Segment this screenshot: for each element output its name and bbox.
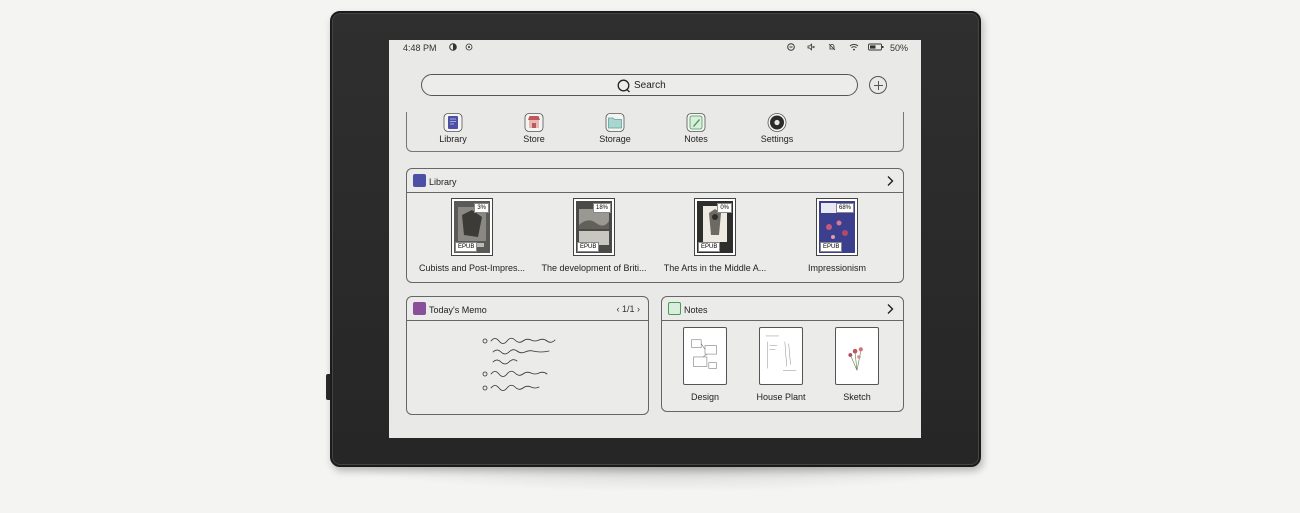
app-settings[interactable]: Settings — [747, 112, 807, 152]
notes-icon — [668, 302, 681, 315]
library-icon — [443, 113, 463, 132]
book-title: The development of Briti... — [541, 263, 647, 273]
book-item[interactable]: 3% EPUB Cubists and Post-Impres... — [417, 198, 527, 278]
app-dock: Library Store Storage Notes Settings — [406, 112, 904, 152]
notes-widget: Notes Design House Plant Sketch — [661, 296, 904, 412]
memo-title: Today's Memo — [429, 305, 487, 315]
volume-mute-icon[interactable] — [807, 43, 815, 51]
memo-pager[interactable]: ‹ 1/1 › — [616, 304, 640, 314]
library-header[interactable]: Library — [407, 169, 903, 193]
search-icon — [617, 79, 630, 93]
book-title: Cubists and Post-Impres... — [418, 263, 526, 273]
folder-icon — [605, 113, 625, 132]
notes-title: Notes — [684, 305, 708, 315]
app-storage[interactable]: Storage — [585, 112, 645, 152]
note-thumbnail — [759, 327, 803, 385]
book-title: Impressionism — [807, 263, 866, 273]
home-screen: 4:48 PM 50% Search Library Store Storage… — [389, 40, 921, 438]
app-notes[interactable]: Notes — [666, 112, 726, 152]
clock: 4:48 PM — [403, 43, 437, 53]
book-title: The Arts in the Middle A... — [663, 263, 767, 273]
book-cover: 3% EPUB — [451, 198, 493, 256]
book-item[interactable]: 0% EPUB The Arts in the Middle A... — [660, 198, 770, 278]
book-cover: 18% EPUB — [573, 198, 615, 256]
library-title: Library — [429, 177, 457, 187]
battery-percent: 50% — [889, 43, 908, 53]
note-thumbnail — [683, 327, 727, 385]
memo-header: Today's Memo ‹ 1/1 › — [407, 297, 648, 321]
notification-off-icon[interactable] — [828, 43, 836, 51]
note-item[interactable]: House Plant — [751, 327, 811, 407]
store-icon — [524, 113, 544, 132]
battery-icon — [868, 43, 884, 51]
wifi-icon[interactable] — [849, 43, 859, 51]
settings-icon — [767, 113, 787, 132]
notes-header[interactable]: Notes — [662, 297, 903, 321]
book-cover: 68% EPUB — [816, 198, 858, 256]
note-thumbnail — [835, 327, 879, 385]
search-bar[interactable]: Search — [421, 74, 858, 96]
memo-widget: Today's Memo ‹ 1/1 › — [406, 296, 649, 415]
book-item[interactable]: 68% EPUB Impressionism — [782, 198, 892, 278]
book-cover: 0% EPUB — [694, 198, 736, 256]
library-icon — [413, 174, 426, 187]
note-item[interactable]: Design — [675, 327, 735, 407]
library-widget: Library 3% EPUB Cubists and Post-Impres.… — [406, 168, 904, 283]
notes-icon — [686, 113, 706, 132]
app-store[interactable]: Store — [504, 112, 564, 152]
theme-icon — [449, 43, 457, 51]
product-photo: 4:48 PM 50% Search Library Store Storage… — [0, 0, 1300, 513]
chevron-right-icon[interactable] — [885, 175, 895, 187]
note-item[interactable]: Sketch — [827, 327, 887, 407]
memo-icon — [413, 302, 426, 315]
chevron-right-icon[interactable] — [885, 303, 895, 315]
search-label: Search — [634, 80, 666, 91]
add-widget-button[interactable] — [869, 76, 887, 94]
dnd-icon[interactable] — [787, 43, 795, 51]
app-library[interactable]: Library — [423, 112, 483, 152]
sync-icon — [465, 43, 473, 51]
book-item[interactable]: 18% EPUB The development of Briti... — [539, 198, 649, 278]
handwritten-memo[interactable] — [427, 327, 637, 407]
status-bar: 4:48 PM 50% — [389, 40, 921, 56]
